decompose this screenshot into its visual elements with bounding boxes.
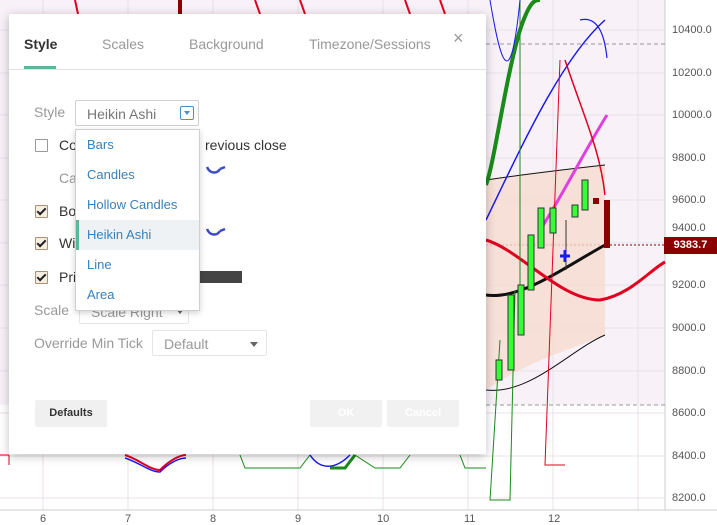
dropdown-item-area[interactable]: Area	[76, 280, 199, 310]
price-tick: 9600.0	[672, 194, 706, 206]
tab-background[interactable]: Background	[189, 36, 264, 52]
style-select[interactable]: Heikin Ashi	[75, 100, 199, 126]
dropdown-item-line[interactable]: Line	[76, 250, 199, 280]
color-bars-checkbox[interactable]	[35, 139, 48, 152]
price-tick: 9200.0	[672, 279, 706, 291]
price-line-checkbox[interactable]	[35, 271, 48, 284]
dropdown-item-bars[interactable]: Bars	[76, 130, 199, 160]
last-price-badge: 9383.7	[664, 237, 717, 254]
chevron-down-icon[interactable]	[180, 106, 194, 120]
chart-properties-dialog: Style Scales Background Timezone/Session…	[9, 14, 486, 454]
wick-color-swatch[interactable]	[205, 226, 227, 238]
tab-style[interactable]: Style	[24, 36, 57, 52]
wick-checkbox[interactable]	[35, 237, 48, 250]
wick-label: Wi	[59, 235, 76, 251]
style-label: Style	[34, 104, 66, 120]
time-tick: 11	[464, 513, 476, 525]
time-tick: 9	[295, 513, 302, 525]
time-tick: 6	[40, 513, 47, 525]
cancel-button[interactable]: Cancel	[387, 400, 459, 427]
price-line-swatch[interactable]	[200, 271, 242, 283]
dropdown-item-heikin-ashi[interactable]: Heikin Ashi	[76, 220, 199, 250]
min-tick-select-value: Default	[164, 336, 209, 352]
up-down-color-swatch[interactable]	[205, 164, 227, 176]
price-tick: 9800.0	[672, 152, 706, 164]
color-bars-label-end: revious close	[205, 137, 287, 153]
time-tick: 8	[210, 513, 217, 525]
time-tick: 10	[377, 513, 390, 525]
defaults-button[interactable]: Defaults	[35, 400, 107, 427]
body-checkbox[interactable]	[35, 205, 48, 218]
price-tick: 10000.0	[672, 109, 712, 121]
min-tick-select[interactable]: Default	[152, 330, 267, 356]
tab-timezone-sessions[interactable]: Timezone/Sessions	[309, 36, 431, 52]
dialog-tabs: Style Scales Background Timezone/Session…	[9, 14, 486, 70]
style-dropdown-menu: Bars Candles Hollow Candles Heikin Ashi …	[75, 129, 200, 311]
style-select-value: Heikin Ashi	[87, 106, 157, 122]
body-label: Bo	[59, 203, 77, 219]
price-tick: 8200.0	[672, 492, 706, 504]
close-icon[interactable]: ×	[453, 28, 464, 49]
price-tick: 9000.0	[672, 322, 706, 334]
price-tick: 10400.0	[672, 24, 712, 36]
ok-button[interactable]: OK	[310, 400, 382, 427]
price-tick: 8800.0	[672, 365, 706, 377]
time-tick: 7	[125, 513, 132, 525]
price-line-label: Pri	[59, 269, 77, 285]
price-tick: 8400.0	[672, 450, 706, 462]
time-tick: 12	[548, 513, 561, 525]
price-tick: 10200.0	[672, 67, 712, 79]
active-tab-indicator	[24, 66, 56, 69]
tab-scales[interactable]: Scales	[102, 36, 144, 52]
scale-label: Scale	[34, 302, 70, 318]
chevron-down-icon[interactable]	[250, 342, 258, 347]
dropdown-item-candles[interactable]: Candles	[76, 160, 199, 190]
price-tick: 9400.0	[672, 222, 706, 234]
dropdown-item-hollow-candles[interactable]: Hollow Candles	[76, 190, 199, 220]
override-min-tick-label: Override Min Tick	[34, 335, 143, 351]
price-tick: 8600.0	[672, 407, 706, 419]
